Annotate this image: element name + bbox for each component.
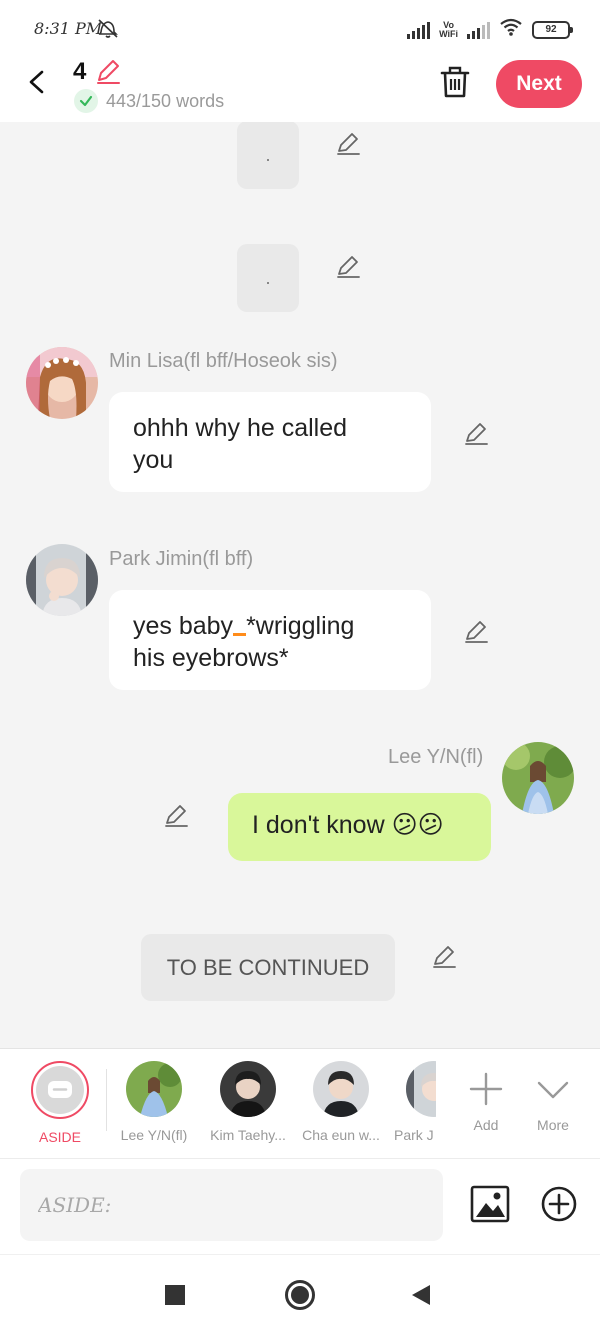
- character-lee-yn[interactable]: Lee Y/N(fl): [106, 1061, 202, 1143]
- message-line: you: [133, 446, 174, 474]
- avatar[interactable]: [26, 347, 98, 419]
- trash-icon: [440, 66, 470, 98]
- edit-title-button[interactable]: [94, 58, 122, 91]
- pencil-icon: [97, 60, 120, 84]
- message-bubble[interactable]: yes baby *wriggling his eyebrows*: [109, 590, 431, 690]
- pencil-icon: [337, 256, 360, 278]
- aside-icon: [36, 1066, 84, 1114]
- speaker-name: Min Lisa(fl bff/Hoseok sis): [109, 350, 338, 372]
- message-input[interactable]: [20, 1169, 443, 1241]
- edit-message-button[interactable]: [462, 618, 490, 651]
- check-icon: [74, 89, 98, 113]
- edit-message-button[interactable]: [462, 420, 490, 453]
- next-button[interactable]: Next: [496, 60, 582, 108]
- back-button[interactable]: [22, 66, 52, 98]
- character-label: Kim Taehy...: [210, 1127, 286, 1143]
- pencil-icon: [465, 621, 488, 643]
- message-text: I don't know 😕😕: [252, 811, 444, 839]
- status-time: 8:31 PM: [34, 19, 103, 38]
- vowifi-indicator: Vo WiFi: [439, 20, 458, 39]
- chevron-left-icon: [29, 70, 44, 94]
- recents-button[interactable]: [165, 1285, 185, 1310]
- aside-bubble[interactable]: .: [237, 122, 299, 189]
- character-kim-taehyung[interactable]: Kim Taehy...: [200, 1061, 296, 1143]
- character-label: Park J: [394, 1127, 434, 1143]
- home-button[interactable]: [284, 1279, 316, 1316]
- edit-message-button[interactable]: [430, 943, 458, 976]
- battery-icon: 92: [532, 20, 573, 39]
- message-text: yes baby: [133, 612, 234, 640]
- avatar: [220, 1061, 276, 1117]
- signal-icon: [407, 21, 431, 39]
- message-line: yes baby *wriggling: [133, 610, 407, 642]
- aside-bubble[interactable]: TO BE CONTINUED: [141, 934, 395, 1001]
- pencil-icon: [165, 805, 188, 827]
- pencil-icon: [465, 423, 488, 445]
- insert-image-button[interactable]: [470, 1185, 510, 1228]
- aside-bubble[interactable]: .: [237, 244, 299, 312]
- status-bar: 8:31 PM Vo WiFi 92: [0, 0, 600, 58]
- alarm-off-icon: [96, 17, 120, 44]
- more-label: More: [537, 1117, 569, 1133]
- chevron-down-icon: [505, 1061, 600, 1117]
- add-content-button[interactable]: [540, 1185, 578, 1228]
- wifi-label: WiFi: [439, 28, 458, 39]
- message-bubble[interactable]: ohhh why he called you: [109, 392, 431, 492]
- speaker-name: Lee Y/N(fl): [388, 746, 484, 768]
- wifi-icon: [499, 18, 523, 41]
- system-nav-bar: [0, 1254, 600, 1333]
- character-park-jimin[interactable]: Park J: [386, 1061, 436, 1143]
- message-text: *wriggling: [246, 612, 355, 640]
- circle-icon: [285, 1280, 315, 1310]
- aside-character-button[interactable]: [31, 1061, 89, 1119]
- chat-area[interactable]: . . Min Lisa(fl bff/Hoseok sis) ohhh why…: [0, 122, 600, 1048]
- square-icon: [165, 1285, 185, 1305]
- character-picker: ASIDE Lee Y/N(fl) Kim Taehy... Cha eun w…: [0, 1048, 600, 1158]
- message-bubble[interactable]: I don't know 😕😕: [228, 793, 491, 861]
- word-count: 443/150 words: [106, 91, 225, 111]
- pencil-icon: [433, 946, 456, 968]
- message-line: ohhh why he called: [133, 414, 348, 442]
- more-button[interactable]: More: [505, 1061, 600, 1133]
- episode-number: 4: [73, 58, 87, 85]
- aside-label: ASIDE: [38, 1129, 81, 1145]
- message-line: his eyebrows*: [133, 644, 289, 672]
- back-nav-button[interactable]: [410, 1283, 432, 1312]
- avatar[interactable]: [502, 742, 574, 814]
- image-icon: [470, 1185, 510, 1223]
- avatar: [126, 1061, 182, 1117]
- character-label: Lee Y/N(fl): [120, 1127, 188, 1143]
- character-cha-eun-woo[interactable]: Cha eun w...: [293, 1061, 389, 1143]
- triangle-left-icon: [412, 1285, 430, 1305]
- composer: [0, 1158, 600, 1254]
- avatar: [313, 1061, 369, 1117]
- edit-message-button[interactable]: [162, 802, 190, 835]
- avatar[interactable]: [26, 544, 98, 616]
- avatar: [406, 1061, 436, 1117]
- edit-message-button[interactable]: [334, 130, 362, 163]
- text-cursor: [233, 633, 247, 636]
- pencil-icon: [337, 133, 360, 155]
- speaker-name: Park Jimin(fl bff): [109, 548, 254, 570]
- character-label: Cha eun w...: [302, 1127, 380, 1143]
- battery-level: 92: [545, 24, 557, 35]
- signal-icon-2: [467, 21, 490, 39]
- edit-message-button[interactable]: [334, 253, 362, 286]
- plus-circle-icon: [541, 1186, 577, 1222]
- editor-header: 4 443/150 words Next: [0, 58, 600, 122]
- delete-button[interactable]: [438, 64, 472, 105]
